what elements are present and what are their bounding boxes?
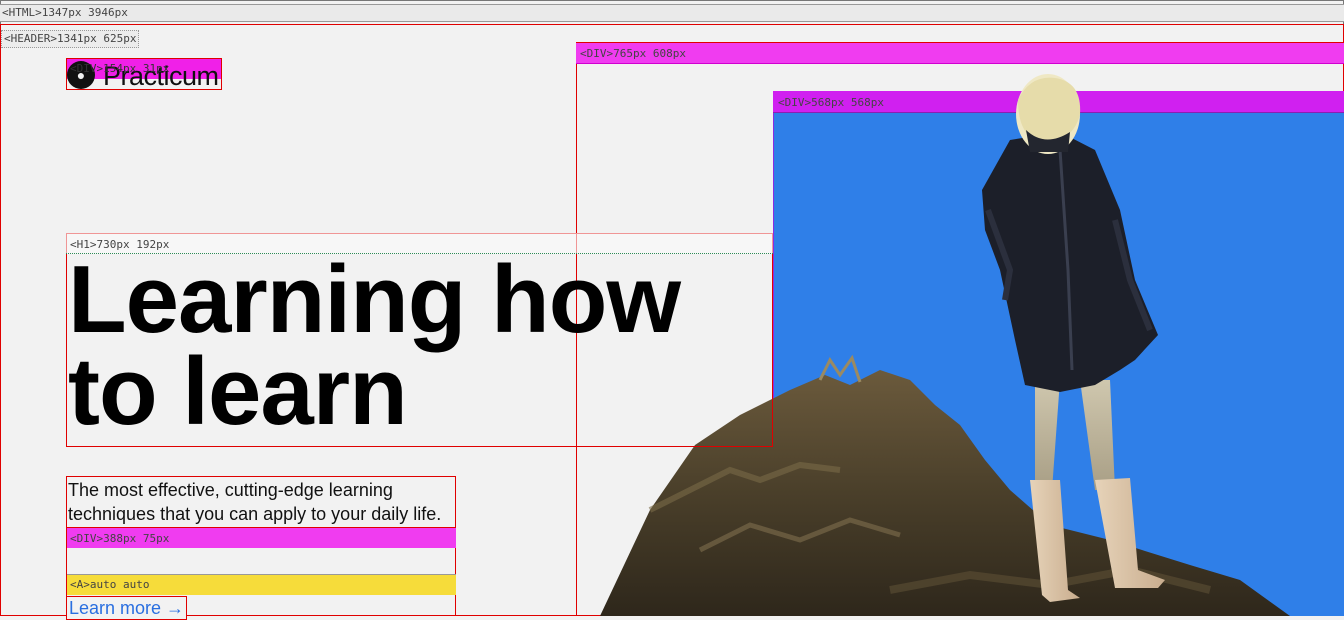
hero-description: The most effective, cutting-edge learnin… — [68, 480, 442, 524]
html-debug-tag: <HTML>1347px 3946px — [0, 4, 1344, 22]
media-column-debug-tag: <DIV>765px 608px — [580, 47, 686, 60]
learn-more-link[interactable]: Learn more → — [66, 596, 188, 620]
header-debug-tag: <HEADER>1341px 625px — [1, 30, 140, 48]
cta-debug-tag: <DIV>388px 75px — [70, 532, 170, 545]
logo-debug-tag: <DIV>154px 31px — [70, 62, 170, 75]
media-column-debug-bar — [576, 43, 1344, 64]
page-title: Learning how to learn — [68, 246, 681, 445]
link-debug-tag: <A>auto auto — [70, 578, 150, 591]
